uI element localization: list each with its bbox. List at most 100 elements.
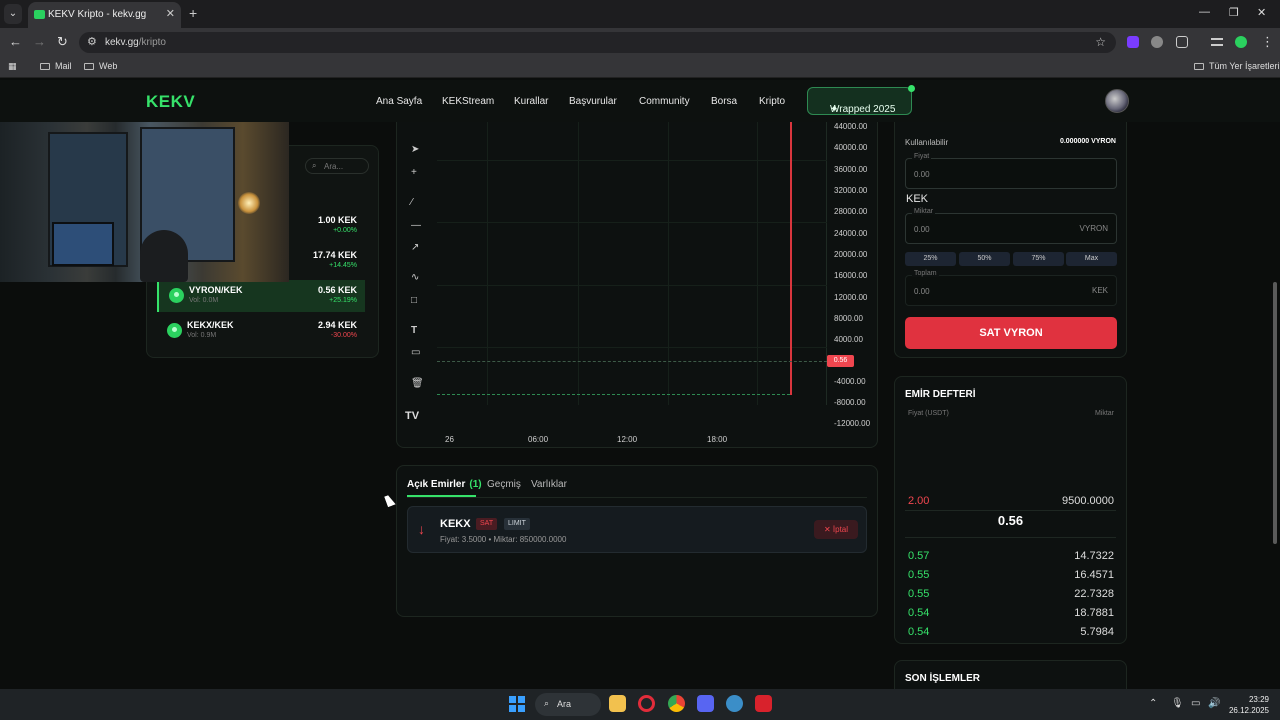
orderbook-bid-row[interactable]: 0.54 5.7984 xyxy=(908,626,1114,640)
grid-line xyxy=(487,122,488,405)
cancel-order-button[interactable]: ✕ İptal xyxy=(814,520,858,539)
bookmark-web[interactable]: Web xyxy=(84,61,117,71)
market-change: +25.19% xyxy=(329,297,357,304)
all-bookmarks[interactable]: Tüm Yer İşaretleri xyxy=(1194,61,1280,71)
more-menu-icon[interactable]: ⋮ xyxy=(1261,34,1274,50)
nav-kekstream[interactable]: KEKStream xyxy=(442,96,494,107)
nav-community[interactable]: Community xyxy=(639,96,690,107)
total-input[interactable]: Toplam 0.00 KEK xyxy=(905,270,1117,306)
file-explorer-icon[interactable] xyxy=(609,695,626,712)
tab-search-button[interactable]: ⌄ xyxy=(4,4,22,24)
camera-extension-icon[interactable] xyxy=(1151,36,1163,48)
search-icon: ⌕ xyxy=(312,161,317,170)
windows-start-icon[interactable] xyxy=(509,696,525,712)
orderbook-bid-row[interactable]: 0.54 18.7881 xyxy=(908,607,1114,621)
cursor-tool-icon[interactable]: ➤ xyxy=(411,144,419,155)
site-info-icon[interactable]: ⚙ xyxy=(87,35,97,48)
folder-icon xyxy=(40,63,50,70)
tray-expand-icon[interactable]: ⌃ xyxy=(1149,698,1157,709)
new-tab-icon[interactable]: + xyxy=(189,5,197,21)
display-icon[interactable]: ▭ xyxy=(1191,698,1200,709)
market-search-input[interactable]: ⌕ Ara... xyxy=(305,158,369,174)
reload-icon[interactable]: ↻ xyxy=(57,34,68,50)
tradingview-logo[interactable]: TV xyxy=(405,410,419,422)
market-change: +14.45% xyxy=(329,262,357,269)
y-tick: 28000.00 xyxy=(834,207,868,216)
address-bar[interactable]: ⚙ kekv.gg/kripto ☆ xyxy=(79,32,1116,53)
amount-input[interactable]: Miktar 0.00 VYRON xyxy=(905,208,1117,244)
folder-icon xyxy=(84,63,94,70)
chrome-icon[interactable] xyxy=(668,695,685,712)
back-icon[interactable]: ← xyxy=(9,34,22,49)
arrow-tool-icon[interactable]: ↗ xyxy=(411,242,419,253)
extensions-puzzle-icon[interactable] xyxy=(1176,36,1188,48)
percent-max-button[interactable]: Max xyxy=(1066,252,1117,266)
forward-icon[interactable]: → xyxy=(33,34,46,49)
market-change: -30.00% xyxy=(330,332,357,339)
nav-applications[interactable]: Başvurular xyxy=(569,96,617,107)
opera-icon[interactable] xyxy=(638,695,655,712)
nav-rules[interactable]: Kurallar xyxy=(514,96,548,107)
nav-home[interactable]: Ana Sayfa xyxy=(376,96,422,107)
wrapped-button[interactable]: ✦ Wrapped 2025 xyxy=(807,85,915,115)
trash-tool-icon[interactable]: 🗑 xyxy=(411,378,424,389)
text-tool-icon[interactable]: T xyxy=(411,325,417,336)
app-icon[interactable] xyxy=(726,695,743,712)
minimize-icon[interactable]: — xyxy=(1199,6,1210,18)
user-avatar[interactable] xyxy=(1105,89,1129,113)
rectangle-tool-icon[interactable]: □ xyxy=(411,295,417,306)
volume-icon[interactable]: 🔊 xyxy=(1208,698,1220,709)
tab-history[interactable]: Geçmiş xyxy=(487,479,521,490)
nav-crypto[interactable]: Kripto xyxy=(759,96,785,107)
page-scrollbar[interactable] xyxy=(1273,282,1277,544)
y-tick: 44000.00 xyxy=(834,122,868,131)
orderbook-bid-row[interactable]: 0.55 16.4571 xyxy=(908,569,1114,583)
order-detail: Fiyat: 3.5000 • Miktar: 850000.0000 xyxy=(440,535,567,544)
orderbook-bid-row[interactable]: 0.57 14.7322 xyxy=(908,550,1114,564)
price-input[interactable]: Fiyat 0.00 xyxy=(905,153,1117,189)
path-tool-icon[interactable]: ∿ xyxy=(411,272,419,283)
bookmark-star-icon[interactable]: ☆ xyxy=(1095,35,1106,49)
orderbook-bid-row[interactable]: 0.55 22.7328 xyxy=(908,588,1114,602)
taskbar-clock[interactable]: 23:29 26.12.2025 xyxy=(1227,694,1269,716)
market-row-vyron[interactable]: VYRON/KEK Vol: 0.0M 0.56 KEK +25.19% xyxy=(157,280,365,312)
discord-icon[interactable] xyxy=(697,695,714,712)
reading-list-icon[interactable] xyxy=(1211,38,1223,46)
market-row-kekx[interactable]: KEKX/KEK Vol: 0.9M 2.94 KEK -30.00% xyxy=(157,315,365,347)
ruler-tool-icon[interactable]: ▭ xyxy=(411,347,420,358)
x-tick: 06:00 xyxy=(528,435,549,444)
taskbar-search[interactable]: ⌕ Ara xyxy=(535,693,601,716)
chart-plot-area[interactable] xyxy=(437,122,827,405)
percent-75-button[interactable]: 75% xyxy=(1013,252,1064,266)
close-window-icon[interactable]: ✕ xyxy=(1257,6,1266,19)
active-tab-indicator xyxy=(407,495,476,497)
apps-grid-icon[interactable]: ▦ xyxy=(8,61,17,72)
trendline-tool-icon[interactable]: ⁄ xyxy=(411,197,413,208)
browser-tab-active[interactable]: KEKV Kripto - kekv.gg ✕ xyxy=(28,2,181,28)
site-logo[interactable]: KEKV xyxy=(146,92,195,112)
percent-25-button[interactable]: 25% xyxy=(905,252,956,266)
orderbook-ask-row[interactable]: 2.00 9500.0000 xyxy=(908,495,1114,509)
browser-tabbar: ⌄ KEKV Kripto - kekv.gg ✕ + — ❐ ✕ xyxy=(0,0,1280,28)
close-tab-icon[interactable]: ✕ xyxy=(166,7,175,20)
restore-icon[interactable]: ❐ xyxy=(1229,6,1239,19)
bookmark-mail[interactable]: Mail xyxy=(40,61,72,71)
price-candle xyxy=(790,122,792,395)
app-icon[interactable] xyxy=(755,695,772,712)
extension-icon[interactable] xyxy=(1127,36,1139,48)
percent-50-button[interactable]: 50% xyxy=(959,252,1010,266)
grid-line xyxy=(578,122,579,405)
horizontal-line-tool-icon[interactable]: — xyxy=(411,220,421,231)
sell-submit-button[interactable]: SAT VYRON xyxy=(905,317,1117,349)
profile-icon[interactable] xyxy=(1235,36,1247,48)
y-tick: 4000.00 xyxy=(834,335,863,344)
crosshair-tool-icon[interactable]: + xyxy=(411,167,417,178)
last-price-tag: 0.56 xyxy=(827,355,854,367)
taskbar: ⌕ Ara ⌃ 🎙 ▭ 🔊 23:29 26.12.2025 xyxy=(0,689,1280,720)
webcam-person xyxy=(140,230,188,282)
open-order-card: ↓ KEKX SAT LIMIT Fiyat: 3.5000 • Miktar:… xyxy=(407,506,867,553)
tab-assets[interactable]: Varlıklar xyxy=(531,479,567,490)
tab-open-orders[interactable]: Açık Emirler (1) xyxy=(407,479,482,490)
nav-exchange[interactable]: Borsa xyxy=(711,96,737,107)
microphone-icon[interactable]: 🎙 xyxy=(1171,698,1184,709)
